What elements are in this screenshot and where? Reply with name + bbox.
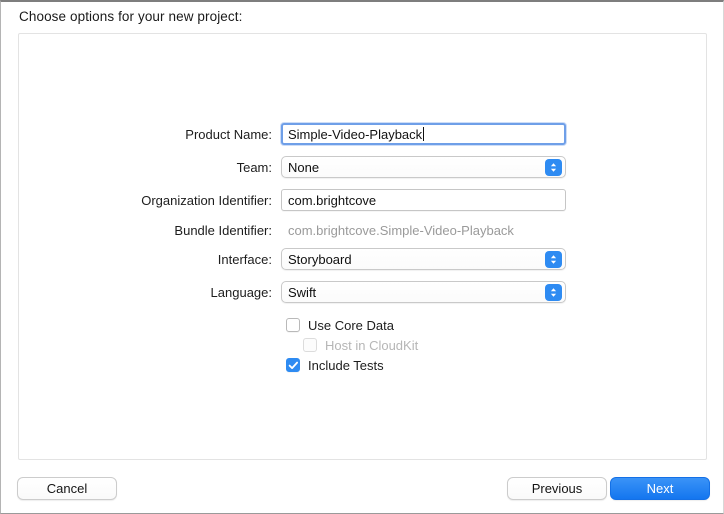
options-panel: Product Name: Simple-Video-Playback Team: N… [18,33,707,460]
checkbox-use-core-data-icon[interactable] [286,318,300,332]
popup-button-language[interactable]: Swift [281,281,566,303]
popup-button-interface[interactable]: Storyboard [281,248,566,270]
form-row: Organization Identifier: com.brightcove [19,188,708,212]
previous-button[interactable]: Previous [507,477,607,500]
popup-selected-value: Swift [288,284,317,300]
text-caret [423,127,425,141]
form-row-label: Bundle Identifier: [174,222,272,238]
form-row: Product Name: Simple-Video-Playback [19,122,708,146]
checkbox-label: Use Core Data [308,317,394,333]
form-row-label: Language: [210,284,272,300]
form-row: Interface: Storyboard [19,247,708,271]
checkbox-label: Include Tests [308,357,384,373]
stepper-arrows-icon [545,159,562,176]
field-value: com.brightcove [288,192,377,208]
checkbox-include-tests-icon[interactable] [286,358,300,372]
checkbox-row: Host in CloudKit [303,335,418,355]
new-project-options-dialog: Choose options for your new project: Pro… [0,0,724,514]
field-value: Simple-Video-Playback [288,126,423,142]
checkbox-label: Host in CloudKit [325,337,419,353]
popup-button-team[interactable]: None [281,156,566,178]
cancel-button[interactable]: Cancel [17,477,117,500]
form-row-label: Product Name: [185,126,272,142]
form-row: Team: None [19,155,708,179]
next-button[interactable]: Next [610,477,710,500]
checkbox-row[interactable]: Use Core Data [286,315,394,335]
form-row-label: Organization Identifier: [141,192,272,208]
popup-selected-value: Storyboard [288,251,352,267]
form-row: Bundle Identifier: com.brightcove.Simple-… [19,218,708,242]
popup-selected-value: None [288,159,320,175]
form-row-label: Interface: [217,251,272,267]
bundle-identifier-value: com.brightcove.Simple-Video-Playback [288,222,514,238]
form-row: Language: Swift [19,280,708,304]
stepper-arrows-icon [545,284,562,301]
stepper-arrows-icon [545,251,562,268]
checkbox-host-in-cloudkit-icon [303,338,317,352]
checkbox-row[interactable]: Include Tests [286,355,384,375]
organization-identifier-input[interactable]: com.brightcove [281,189,566,211]
product-name-input[interactable]: Simple-Video-Playback [281,123,566,145]
page-title: Choose options for your new project: [19,9,243,24]
form-row-label: Team: [236,159,272,175]
